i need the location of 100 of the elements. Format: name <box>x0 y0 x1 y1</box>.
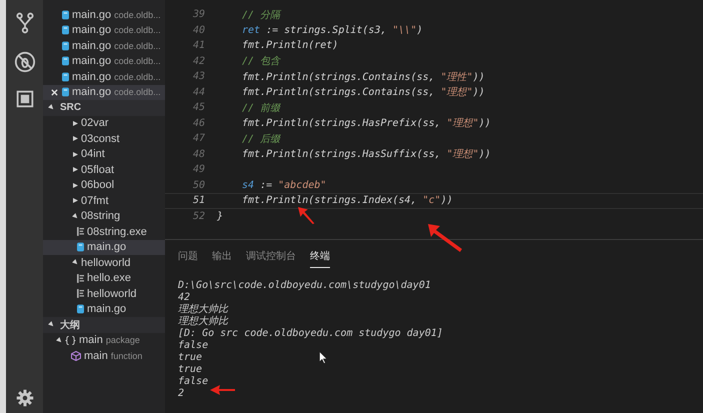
open-editor-item[interactable]: main.go code.oldb... <box>43 38 165 54</box>
tree-item[interactable]: 06bool <box>43 178 165 193</box>
line-number: 48 <box>192 148 205 160</box>
document-icon <box>77 227 84 236</box>
caret-icon <box>73 152 78 157</box>
file-path: code.oldb... <box>114 56 161 66</box>
line-number: 47 <box>192 133 205 144</box>
settings-icon[interactable] <box>16 389 34 407</box>
file-name: main.go <box>72 40 112 52</box>
file-name: main.go <box>72 70 112 83</box>
code-line: fmt.Println(strings.HasSuffix(ss, "理想")) <box>242 148 491 162</box>
line-number: 45 <box>192 102 205 114</box>
panel-tab[interactable]: 输出 <box>212 246 232 268</box>
line-number: 51 <box>192 195 205 206</box>
terminal-line: false <box>178 376 208 388</box>
line-number: 40 <box>192 24 205 36</box>
caret-icon <box>72 212 80 220</box>
file-path: code.oldb... <box>114 10 161 20</box>
file-name: main.go <box>72 55 112 68</box>
section-header[interactable]: SRC <box>43 100 165 116</box>
branch-icon[interactable] <box>16 12 34 34</box>
open-editor-item[interactable]: main.go code.oldb... <box>43 54 165 69</box>
caret-icon <box>73 120 78 126</box>
file-path: code.oldb... <box>114 40 161 51</box>
annotation-arrow <box>210 385 235 395</box>
line-number: 43 <box>192 71 205 82</box>
go-file-icon <box>77 304 84 314</box>
terminal-line: 2 <box>178 388 184 400</box>
code-line: // 后缀 <box>242 132 280 146</box>
file-path: code.oldb... <box>114 72 161 82</box>
open-editor-item[interactable]: main.go code.oldb... <box>43 84 165 100</box>
open-editor-item[interactable]: main.go code.oldb... <box>43 22 165 38</box>
caret-icon <box>73 167 78 172</box>
section-header[interactable]: 大纲 <box>43 317 165 332</box>
terminal-line: 理想大帅比 <box>178 304 228 316</box>
tree-item[interactable]: hello.exe <box>43 270 165 286</box>
terminal-line: false <box>178 340 208 352</box>
code-line: // 包含 <box>242 54 280 68</box>
caret-icon <box>73 198 78 204</box>
terminal-line: [D: Go src code.oldboyedu.com studygo day01] <box>178 328 443 340</box>
tree-item[interactable]: 03const <box>43 131 165 146</box>
go-file-icon <box>62 40 69 51</box>
line-number: 42 <box>192 56 205 67</box>
line-number: 49 <box>192 164 205 176</box>
tree-item[interactable]: 05float <box>43 162 165 178</box>
line-number: 52 <box>192 210 205 222</box>
go-file-icon <box>77 242 84 252</box>
close-icon[interactable] <box>50 88 58 96</box>
panel-tab[interactable]: 调试控制台 <box>246 246 296 268</box>
tree-item[interactable]: 02var <box>43 116 165 131</box>
open-editor-item[interactable]: main.go code.oldb... <box>43 69 165 84</box>
tree-item[interactable]: main.go <box>43 240 165 255</box>
panel-tab[interactable]: 终端 <box>310 246 330 268</box>
terminal-line: true <box>178 364 202 376</box>
annotation-arrow <box>428 224 462 252</box>
document-icon <box>77 274 84 283</box>
caret-icon <box>48 104 56 112</box>
code-line: s4 := "abcdeb" <box>242 180 326 191</box>
outline-item[interactable]: main function <box>43 348 165 364</box>
line-number: 46 <box>192 118 205 129</box>
document-icon <box>77 289 84 298</box>
terminal-line: D:\Go\src\code.oldboyedu.com\studygo\day01 <box>178 280 431 292</box>
tree-item[interactable]: 08string <box>43 208 165 224</box>
file-name: main.go <box>72 8 112 21</box>
extensions-icon[interactable] <box>16 90 34 108</box>
go-file-icon <box>62 25 69 36</box>
annotation-arrow <box>298 207 316 225</box>
file-path: code.oldb... <box>114 87 161 98</box>
go-file-icon <box>62 10 69 20</box>
code-line: fmt.Println(strings.Index(s4, "c")) <box>242 195 453 206</box>
cube-icon <box>71 350 81 361</box>
open-editor-item[interactable]: main.go code.oldb... <box>43 7 165 22</box>
braces-icon <box>65 336 76 345</box>
code-line: fmt.Println(strings.Contains(ss, "理想")) <box>242 86 485 100</box>
tree-item[interactable]: helloworld <box>43 255 165 270</box>
tree-item[interactable]: 04int <box>43 146 165 162</box>
no-bug-icon[interactable] <box>14 51 36 73</box>
file-name: main.go <box>72 86 112 98</box>
outline-item[interactable]: main package <box>43 332 165 348</box>
code-line: ret := strings.Split(s3, "\\") <box>242 24 423 36</box>
terminal-line: 理想大帅比 <box>178 316 228 328</box>
tree-item[interactable]: 08string.exe <box>43 224 165 240</box>
go-file-icon <box>62 56 69 66</box>
line-number: 50 <box>192 180 205 191</box>
terminal-line: 42 <box>178 292 190 304</box>
code-line: // 分隔 <box>242 8 280 22</box>
panel-tab[interactable]: 问题 <box>178 246 198 268</box>
file-path: code.oldb... <box>114 25 161 36</box>
tree-item[interactable]: helloworld <box>43 286 165 302</box>
code-line: fmt.Println(strings.HasPrefix(ss, "理想")) <box>242 116 491 130</box>
tree-item[interactable]: main.go <box>43 302 165 317</box>
code-line: fmt.Println(ret) <box>242 40 338 52</box>
line-number: 41 <box>192 40 205 52</box>
line-number: 44 <box>192 86 205 98</box>
file-name: main.go <box>72 24 112 36</box>
go-file-icon <box>62 87 69 98</box>
caret-icon <box>73 136 78 142</box>
code-line: // 前缀 <box>242 102 280 115</box>
caret-icon <box>73 182 78 188</box>
tree-item[interactable]: 07fmt <box>43 193 165 208</box>
